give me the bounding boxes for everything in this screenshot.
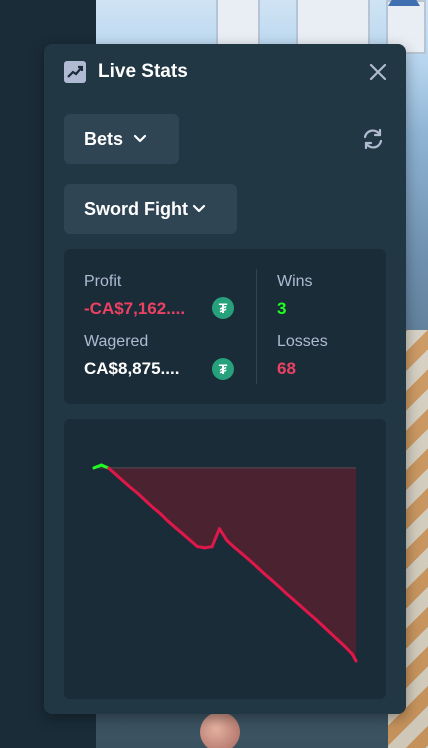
- castle-roof: [388, 0, 420, 6]
- divider: [256, 269, 257, 384]
- trending-up-icon: [64, 61, 86, 83]
- live-stats-panel: Live Stats Bets Sword Fight Profit -CA$7…: [44, 44, 406, 714]
- tether-icon: ₮: [212, 297, 234, 319]
- chevron-down-icon: [192, 204, 206, 214]
- losses-label: Losses: [277, 333, 328, 350]
- refresh-icon: [363, 128, 383, 150]
- profit-label: Profit: [84, 273, 122, 290]
- bets-dropdown-label: Bets: [84, 128, 124, 149]
- bets-dropdown[interactable]: Bets: [64, 114, 179, 164]
- wins-value: 3: [277, 299, 287, 318]
- profit-chart-svg: [92, 463, 358, 663]
- profit-value: -CA$7,162....: [84, 299, 186, 318]
- wagered-value: CA$8,875....: [84, 359, 180, 378]
- wagered-label: Wagered: [84, 333, 149, 350]
- losses-value: 68: [277, 359, 296, 378]
- chart-loss-area: [94, 467, 356, 661]
- stats-summary: Profit -CA$7,162.... ₮ Wagered CA$8,875.…: [64, 249, 386, 404]
- game-dropdown-label: Sword Fight: [84, 198, 188, 219]
- game-dropdown[interactable]: Sword Fight: [64, 184, 237, 234]
- castle-tower: [296, 0, 370, 49]
- game-object: [200, 712, 240, 748]
- profit-chart: [64, 419, 386, 699]
- tether-icon: ₮: [212, 358, 234, 380]
- close-button[interactable]: [366, 60, 390, 84]
- panel-header: Live Stats: [64, 60, 390, 84]
- panel-title: Live Stats: [98, 61, 188, 82]
- chevron-down-icon: [133, 134, 147, 144]
- refresh-button[interactable]: [360, 126, 386, 152]
- close-icon: [369, 63, 387, 81]
- wins-label: Wins: [277, 273, 313, 290]
